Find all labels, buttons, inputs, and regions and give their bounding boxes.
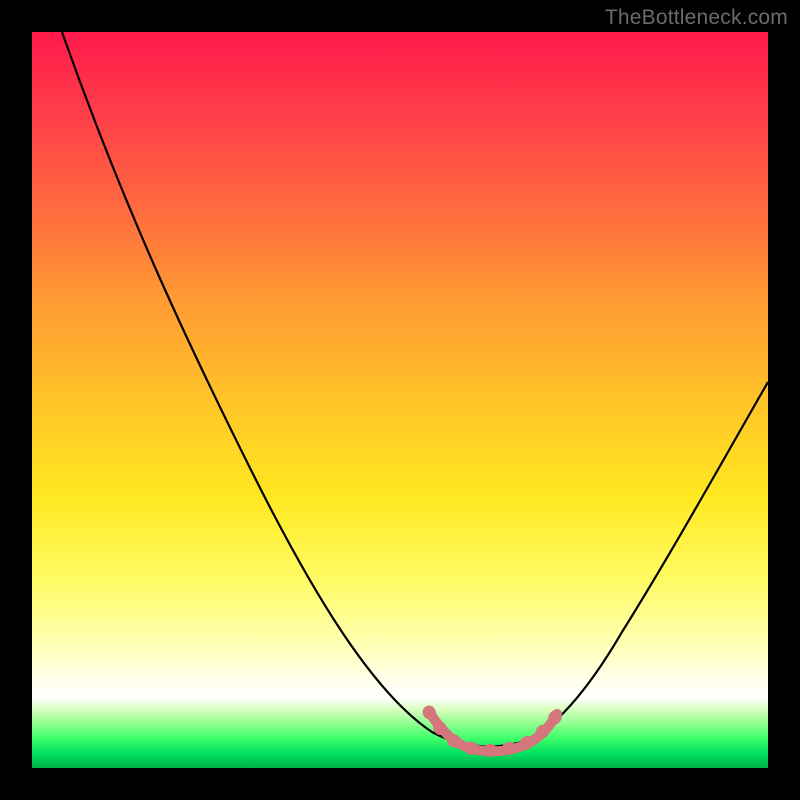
curve-layer: [32, 32, 768, 768]
bottleneck-curve: [62, 32, 768, 747]
watermark-text: TheBottleneck.com: [605, 6, 788, 30]
plot-area: [32, 32, 768, 768]
chart-frame: TheBottleneck.com: [0, 0, 800, 800]
